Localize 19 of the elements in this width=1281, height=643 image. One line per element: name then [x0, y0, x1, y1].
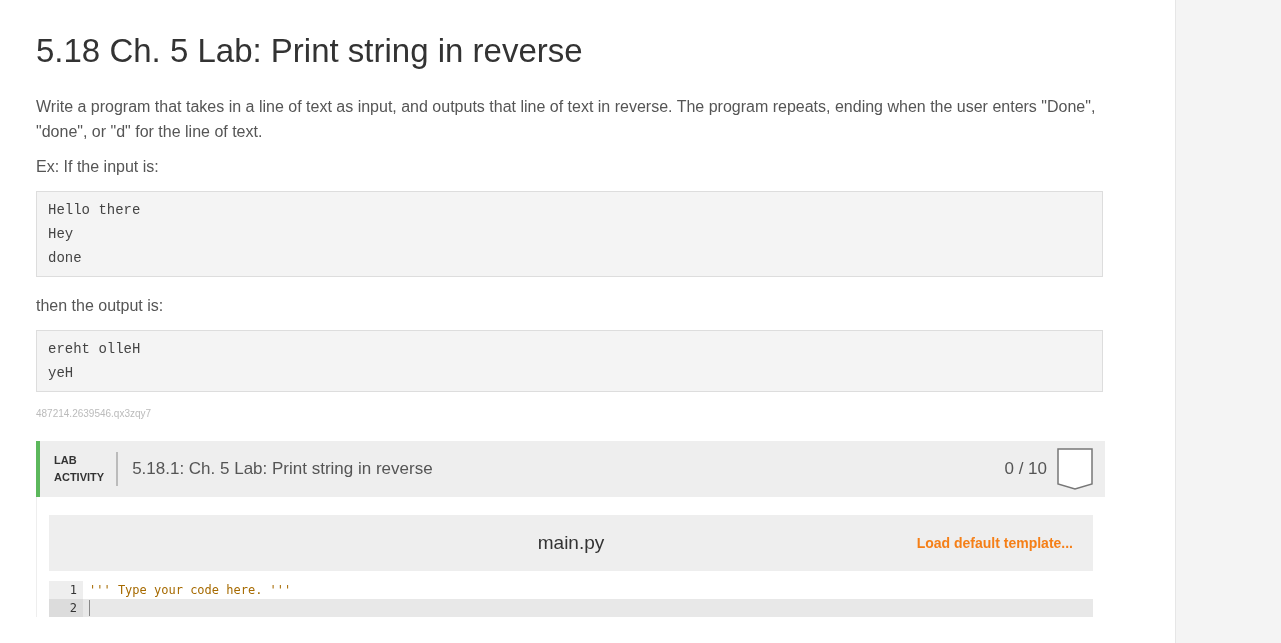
badge-icon [1057, 448, 1093, 490]
file-name: main.py [537, 532, 605, 554]
code-line: yeH [48, 364, 75, 383]
line-number: 2 [49, 599, 83, 617]
lab-title: 5.18.1: Ch. 5 Lab: Print string in reverse [132, 459, 434, 479]
code-text: ''' Type your code here. ''' [88, 582, 292, 599]
input-intro-text: Ex: If the input is: [36, 157, 160, 177]
output-intro-text: then the output is: [36, 296, 165, 316]
description-text: Write a program that takes in a line of text as input, and outputs that line of text in reverse. The program repeats, ending when the user enters "Done", "done", or "d" for the line of text. [36, 97, 1097, 142]
lab-activity-tag: LAB ACTIVITY [54, 452, 119, 486]
code-line: done [48, 249, 83, 268]
code-line: Hey [48, 225, 75, 244]
page-title: 5.18 Ch. 5 Lab: Print string in reverse [36, 32, 584, 70]
text-cursor [89, 600, 90, 616]
code-line: ereht olleH [48, 340, 142, 359]
score-text: 0 / 10 [1004, 459, 1047, 479]
line-number: 1 [49, 581, 83, 599]
content-id: 487214.2639546.qx3zqy7 [36, 408, 153, 419]
code-line: Hello there [48, 201, 142, 220]
